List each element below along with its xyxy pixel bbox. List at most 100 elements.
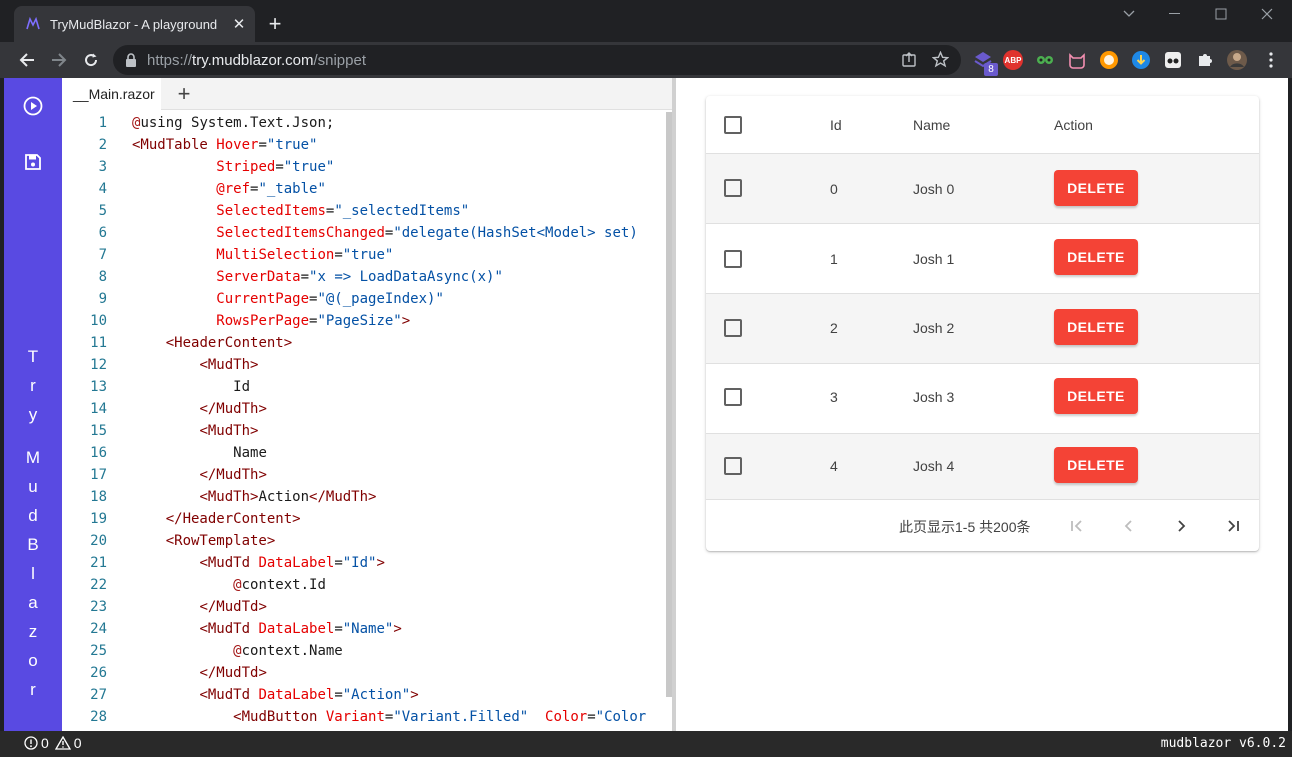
cell-id: 1 (830, 251, 838, 267)
code-line[interactable]: 25 @context.Name (62, 640, 662, 662)
code-text: SelectedItemsChanged="delegate(HashSet<M… (216, 225, 638, 241)
address-bar[interactable]: https://try.mudblazor.com/snippet (113, 45, 961, 75)
code-line[interactable]: 18 <MudTh>Action</MudTh> (62, 486, 662, 508)
code-text: </MudTh> (199, 467, 267, 483)
table-row[interactable]: 1 Josh 1 DELETE (706, 224, 1259, 294)
extension-glasses-icon[interactable] (1034, 49, 1056, 71)
code-line[interactable]: 9 CurrentPage="@(_pageIndex)" (62, 288, 662, 310)
code-line[interactable]: 17 </MudTh> (62, 464, 662, 486)
extension-avatar-icon[interactable] (1098, 49, 1120, 71)
table-row[interactable]: 4 Josh 4 DELETE (706, 434, 1259, 500)
row-checkbox[interactable] (724, 250, 742, 268)
code-line[interactable]: 19 </HeaderContent> (62, 508, 662, 530)
vertical-gap (4, 429, 62, 443)
vertical-letter: d (28, 506, 38, 525)
pager-info: 此页显示1-5 共200条 (899, 519, 1031, 535)
previous-page-button[interactable] (1117, 514, 1141, 538)
extension-cat-icon[interactable] (1066, 49, 1088, 71)
code-text: <MudTh> (199, 423, 259, 439)
code-line[interactable]: 22 @context.Id (62, 574, 662, 596)
browser-menu-icon[interactable] (1260, 49, 1282, 71)
code-line[interactable]: 10 RowsPerPage="PageSize"> (62, 310, 662, 332)
adblock-label: ABP (1003, 50, 1023, 70)
line-number: 5 (98, 203, 107, 219)
code-line[interactable]: 28 <MudButton Variant="Variant.Filled" C… (62, 706, 662, 728)
share-icon[interactable] (901, 52, 917, 73)
delete-button[interactable]: DELETE (1054, 170, 1138, 206)
code-line[interactable]: 8 ServerData="x => LoadDataAsync(x)" (62, 266, 662, 288)
code-text: Id (233, 379, 251, 395)
code-line[interactable]: 15 <MudTh> (62, 420, 662, 442)
line-number: 18 (90, 489, 107, 505)
reload-button[interactable] (77, 46, 105, 74)
back-button[interactable] (13, 46, 41, 74)
code-line[interactable]: 27 <MudTd DataLabel="Action"> (62, 684, 662, 706)
code-line[interactable]: 7 MultiSelection="true" (62, 244, 662, 266)
header-action: Action (1054, 117, 1093, 133)
delete-button[interactable]: DELETE (1054, 378, 1138, 414)
maximize-button[interactable] (1198, 4, 1244, 24)
forward-button[interactable] (45, 46, 73, 74)
status-bar: 0 0 mudblazor v6.0.2 (0, 731, 1292, 757)
code-line[interactable]: 24 <MudTd DataLabel="Name"> (62, 618, 662, 640)
tab-search-icon[interactable] (1106, 4, 1152, 24)
code-line[interactable]: 13 Id (62, 376, 662, 398)
delete-button[interactable]: DELETE (1054, 239, 1138, 275)
add-file-button[interactable]: + (172, 81, 196, 107)
code-line[interactable]: 5 SelectedItems="_selectedItems" (62, 200, 662, 222)
code-text: @using System.Text.Json; (132, 115, 335, 131)
bookmark-star-icon[interactable] (931, 50, 950, 73)
code-text: Striped="true" (216, 159, 335, 175)
browser-tab[interactable]: TryMudBlazor - A playground ✕ (14, 6, 255, 42)
save-button[interactable] (22, 151, 44, 173)
code-line[interactable]: 6 SelectedItemsChanged="delegate(HashSet… (62, 222, 662, 244)
row-checkbox[interactable] (724, 179, 742, 197)
table-row[interactable]: 2 Josh 2 DELETE (706, 294, 1259, 364)
row-checkbox[interactable] (724, 319, 742, 337)
extensions-puzzle-icon[interactable] (1194, 49, 1216, 71)
select-all-checkbox[interactable] (724, 116, 742, 134)
reload-icon (85, 53, 98, 67)
profile-avatar[interactable] (1226, 49, 1248, 71)
minimize-button[interactable] (1152, 4, 1198, 24)
code-line[interactable]: 23 </MudTd> (62, 596, 662, 618)
code-line[interactable]: 3 Striped="true" (62, 156, 662, 178)
code-line[interactable]: 20 <RowTemplate> (62, 530, 662, 552)
close-tab-icon[interactable]: ✕ (229, 14, 249, 34)
tab-main-razor[interactable]: __Main.razor (62, 78, 161, 110)
code-line[interactable]: 26 </MudTd> (62, 662, 662, 684)
code-text: ServerData="x => LoadDataAsync(x)" (216, 269, 503, 285)
extension-mask-icon[interactable] (1162, 49, 1184, 71)
adblock-plus-icon[interactable]: ABP (1002, 49, 1024, 71)
delete-button[interactable]: DELETE (1054, 447, 1138, 483)
diagnostics[interactable]: 0 0 (24, 735, 82, 751)
line-number: 1 (98, 115, 107, 131)
code-text: MultiSelection="true" (216, 247, 394, 263)
code-line[interactable]: 14 </MudTh> (62, 398, 662, 420)
code-line[interactable]: 12 <MudTh> (62, 354, 662, 376)
new-tab-button[interactable]: + (262, 12, 288, 38)
vertical-letter: z (28, 622, 38, 641)
table-row[interactable]: 0 Josh 0 DELETE (706, 154, 1259, 224)
extension-download-icon[interactable] (1130, 49, 1152, 71)
run-button[interactable] (22, 95, 44, 117)
code-line[interactable]: 16 Name (62, 442, 662, 464)
row-checkbox[interactable] (724, 388, 742, 406)
code-area[interactable]: 1 @using System.Text.Json; 2 <MudTable Hove… (62, 112, 662, 731)
code-line[interactable]: 11 <HeaderContent> (62, 332, 662, 354)
close-window-button[interactable] (1244, 4, 1290, 24)
code-text: @context.Id (233, 577, 326, 593)
code-line[interactable]: 2 <MudTable Hover="true" (62, 134, 662, 156)
extension-layers-icon[interactable]: 8 (972, 49, 998, 76)
code-line[interactable]: 1 @using System.Text.Json; (62, 112, 662, 134)
warning-count: 0 (73, 735, 82, 751)
next-page-button[interactable] (1169, 514, 1193, 538)
table-row[interactable]: 3 Josh 3 DELETE (706, 364, 1259, 434)
line-number: 25 (90, 643, 107, 659)
first-page-button[interactable] (1065, 514, 1089, 538)
code-line[interactable]: 4 @ref="_table" (62, 178, 662, 200)
last-page-button[interactable] (1221, 514, 1245, 538)
delete-button[interactable]: DELETE (1054, 309, 1138, 345)
code-line[interactable]: 21 <MudTd DataLabel="Id"> (62, 552, 662, 574)
row-checkbox[interactable] (724, 457, 742, 475)
